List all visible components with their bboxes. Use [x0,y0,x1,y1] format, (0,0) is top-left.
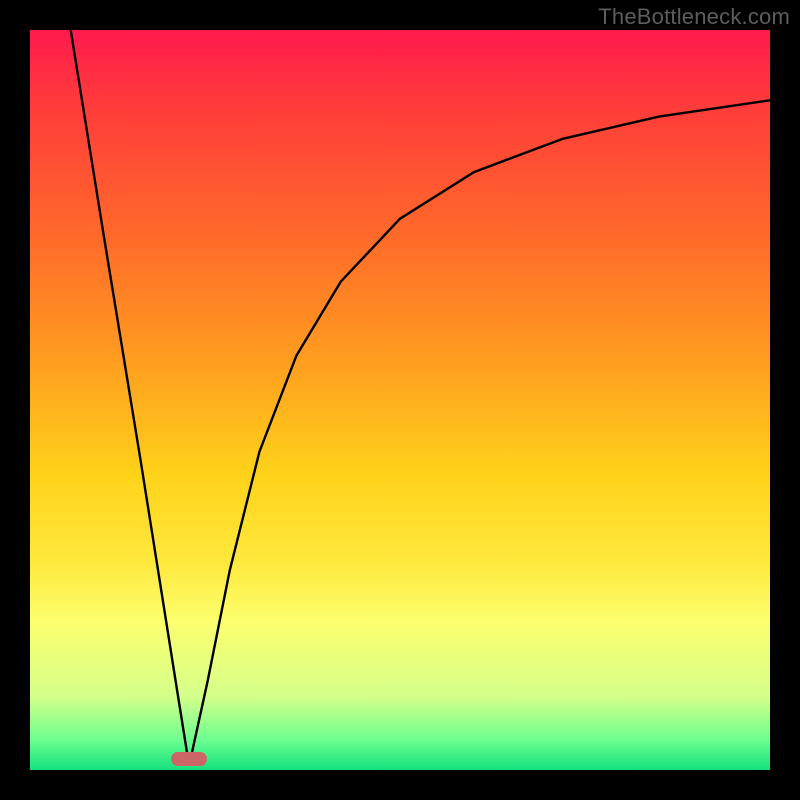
watermark-text: TheBottleneck.com [598,4,790,30]
plot-area [30,30,770,770]
outer-frame: TheBottleneck.com [0,0,800,800]
minimum-marker [171,752,207,766]
curve-svg [30,30,770,770]
bottleneck-curve [71,30,770,766]
